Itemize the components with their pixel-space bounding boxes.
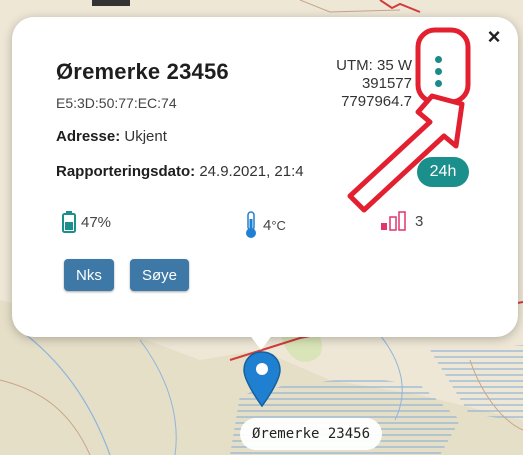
tag-button-soye[interactable]: Søye (130, 259, 190, 291)
battery-icon (62, 211, 76, 233)
signal-stat: 3 (380, 211, 423, 231)
utm-northing: 7797964.7 (341, 93, 412, 110)
temperature-stat: 4 °C (244, 211, 286, 239)
tag-info-popup: × Øremerke 23456 E5:3D:50:77:EC:74 UTM: … (12, 17, 518, 337)
temperature-unit: °C (271, 217, 286, 233)
map-marker-label[interactable]: Øremerke 23456 (240, 418, 383, 450)
battery-value: 47% (81, 213, 112, 231)
address-value: Ukjent (124, 128, 167, 145)
utm-zone: UTM: 35 W (336, 57, 412, 74)
range-24h-button[interactable]: 24h (417, 157, 469, 187)
thermometer-icon (246, 211, 256, 238)
signal-value: 3 (415, 212, 424, 230)
close-button[interactable]: × (484, 26, 504, 48)
utm-easting: 391577 (361, 75, 412, 92)
report-date-value: 24.9.2021, 21:4 (199, 163, 304, 180)
report-date-label: Rapporteringsdato: (56, 163, 196, 180)
tag-mac-address: E5:3D:50:77:EC:74 (56, 95, 177, 111)
tag-button-nks[interactable]: Nks (64, 259, 114, 291)
report-date-row: Rapporteringsdato: 24.9.2021, 21:4 (56, 163, 351, 180)
temperature-value: 4 (263, 216, 272, 234)
vertical-dots-icon[interactable] (431, 53, 445, 95)
tag-title: Øremerke 23456 (56, 59, 229, 84)
battery-stat: 47% (62, 211, 111, 233)
address-row: Adresse: Ukjent (56, 128, 167, 145)
signal-bars-icon (381, 211, 406, 231)
map-pin-icon[interactable] (242, 350, 282, 410)
address-label: Adresse: (56, 128, 121, 145)
utm-coordinates: UTM: 35 W 391577 7797964.7 (292, 57, 412, 111)
